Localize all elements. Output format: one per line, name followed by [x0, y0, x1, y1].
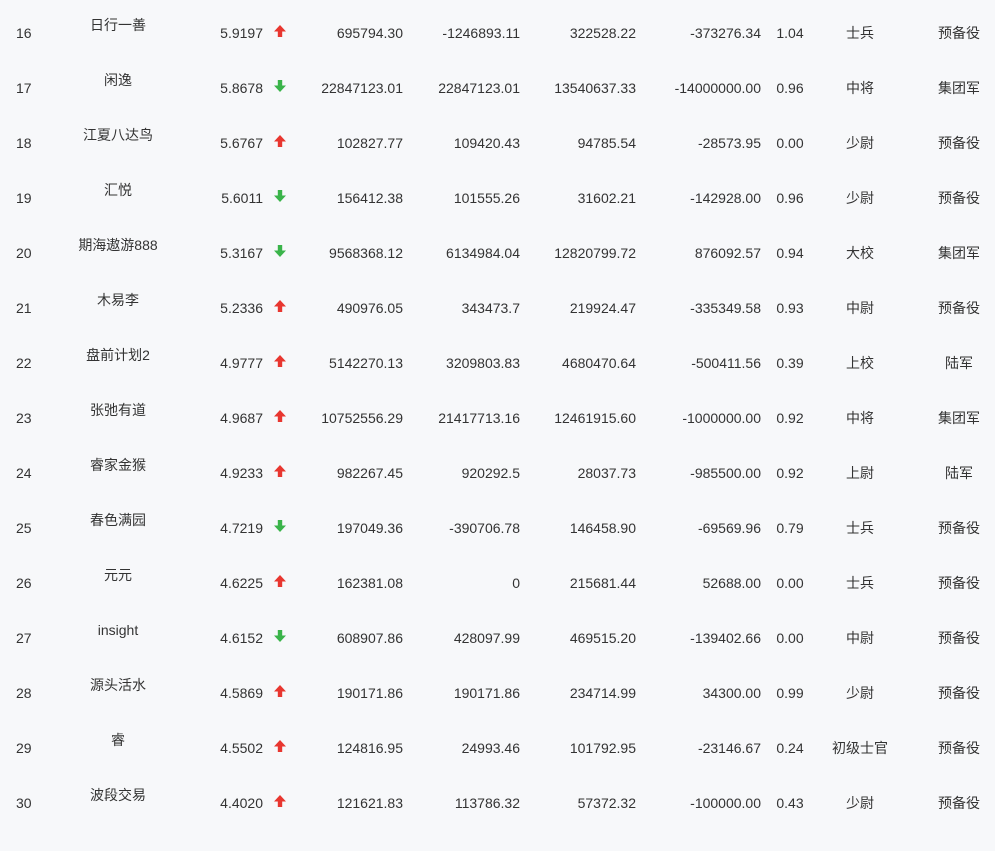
value-2-cell: 113786.32	[454, 795, 520, 811]
table-row[interactable]: 29 睿 4.5502 124816.95 24993.46 101792.95 -2314…	[0, 715, 995, 770]
arrow-up-icon	[273, 794, 287, 808]
value-1-cell: 121621.83	[336, 795, 403, 811]
arrow-down-icon	[273, 629, 287, 643]
arrow-up-icon	[273, 134, 287, 148]
rank-title-cell: 少尉	[846, 795, 874, 811]
arrow-up-icon	[273, 739, 287, 753]
arrow-up-icon	[273, 574, 287, 588]
arrow-up-icon	[273, 354, 287, 368]
arrow-down-icon	[273, 79, 287, 93]
score-cell: 4.4020	[220, 795, 263, 811]
arrow-up-icon	[273, 684, 287, 698]
rank-cell: 30	[16, 795, 32, 811]
arrow-up-icon	[273, 464, 287, 478]
table-row[interactable]: 24 睿家金猴 4.9233 982267.45 920292.5 28037.73 -98…	[0, 440, 995, 495]
trader-name[interactable]: 波段交易	[68, 788, 168, 843]
table-row[interactable]: 21 木易李 5.2336 490976.05 343473.7 219924.47 -33…	[0, 275, 995, 330]
value-3-cell: 57372.32	[577, 795, 636, 811]
arrow-down-icon	[273, 244, 287, 258]
arrow-down-icon	[273, 189, 287, 203]
ratio-cell: 0.43	[776, 795, 804, 811]
table-row[interactable]: 16 日行一善 5.9197 695794.30 -1246893.11 322528.2…	[0, 0, 995, 55]
table-row[interactable]: 28 源头活水 4.5869 190171.86 190171.86 234714.99 3…	[0, 660, 995, 715]
table-row[interactable]: 20 期海遨游888 5.3167 9568368.12 6134984.04 12820…	[0, 220, 995, 275]
arrow-up-icon	[273, 24, 287, 38]
table-row[interactable]: 18 江夏八达鸟 5.6767 102827.77 109420.43 94785.54-…	[0, 110, 995, 165]
table-row[interactable]: 25 春色满园 4.7219 197049.36 -390706.78 146458.90…	[0, 495, 995, 550]
table-row[interactable]: 27 insight 4.6152 608907.86 428097.99 469515.…	[0, 605, 995, 660]
table-row[interactable]: 23 张弛有道 4.9687 10752556.29 21417713.16 124619…	[0, 385, 995, 440]
table-row[interactable]: 30 波段交易 4.4020 121621.83 113786.32 57372.32 -1…	[0, 770, 995, 825]
table-row[interactable]: 19 汇悦 5.6011 156412.38 101555.26 31602.21 -142…	[0, 165, 995, 220]
group-cell: 预备役	[938, 795, 980, 811]
arrow-up-icon	[273, 409, 287, 423]
arrow-up-icon	[273, 299, 287, 313]
table-row[interactable]: 22 盘前计划2 4.9777 5142270.13 3209803.83 4680470…	[0, 330, 995, 385]
table-row[interactable]: 17 闲逸 5.8678 22847123.01 22847123.01 13540637…	[0, 55, 995, 110]
ranking-table: 16 日行一善 5.9197 695794.30 -1246893.11 322528.2…	[0, 0, 995, 825]
value-4-cell: -100000.00	[690, 795, 761, 811]
arrow-down-icon	[273, 519, 287, 533]
table-row[interactable]: 26 元元 4.6225 162381.08 0 215681.44 52688.00 0.0…	[0, 550, 995, 605]
